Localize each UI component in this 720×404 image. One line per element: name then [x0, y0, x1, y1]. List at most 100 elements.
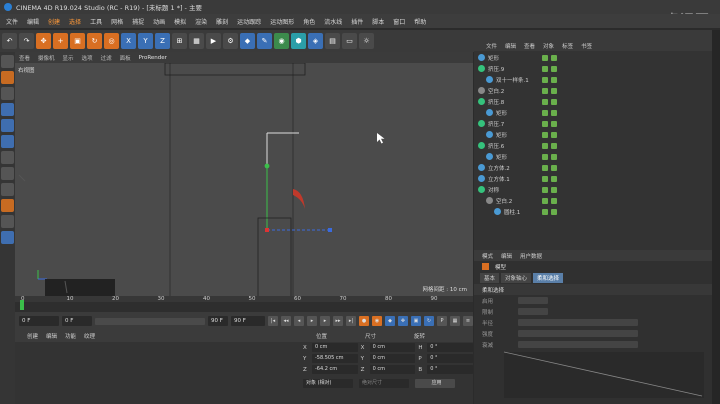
axis-y-icon[interactable]: Y — [138, 33, 153, 49]
object-name[interactable]: 挤压.6 — [488, 142, 504, 150]
object-menu-item[interactable]: 对象 — [543, 42, 554, 50]
object-visibility-toggles[interactable] — [542, 120, 557, 127]
timeline-menu-icon[interactable]: ≡ — [463, 316, 473, 326]
tweak-icon[interactable] — [1, 167, 14, 180]
points-mode-icon[interactable] — [1, 103, 14, 116]
menu-item[interactable]: 窗口 — [393, 17, 405, 26]
move-icon[interactable]: ✥ — [36, 33, 51, 49]
coord-size-field[interactable]: 0 cm — [369, 365, 416, 374]
object-menu-item[interactable]: 查看 — [524, 42, 535, 50]
keyframe-selection-icon[interactable]: ◆ — [385, 316, 395, 326]
apply-button[interactable]: 应用 — [415, 379, 455, 388]
object-row[interactable]: 对称 — [474, 184, 712, 195]
attr-value-box[interactable] — [518, 308, 548, 315]
object-visibility-toggles[interactable] — [542, 142, 557, 149]
viewport-menu-item[interactable]: 过滤 — [101, 54, 112, 62]
menu-item[interactable]: 帮助 — [414, 17, 426, 26]
attr-subtab[interactable]: 基本 — [480, 273, 500, 283]
attr-subtab[interactable]: 对象轴心 — [501, 273, 532, 283]
cube-icon[interactable]: ◆ — [240, 33, 255, 49]
attr-value-box[interactable] — [518, 297, 548, 304]
viewport[interactable]: 右视图 网格间距 : 10 cm — [15, 63, 473, 296]
object-name[interactable]: 立方体.1 — [488, 175, 510, 183]
coord-position-field[interactable]: -58.505 cm — [311, 354, 358, 363]
timeline[interactable]: 0 10 20 30 40 50 60 70 80 90 — [15, 296, 473, 312]
object-name[interactable]: 空白.2 — [496, 197, 512, 205]
object-name[interactable]: 矩形 — [496, 109, 507, 117]
object-row[interactable]: 挤压.9 — [474, 63, 712, 74]
quantize-icon[interactable] — [1, 199, 14, 212]
object-visibility-toggles[interactable] — [542, 54, 557, 61]
material-menu-item[interactable]: 纹理 — [84, 332, 95, 340]
attr-value-box[interactable] — [518, 330, 638, 337]
object-visibility-toggles[interactable] — [542, 175, 557, 182]
attr-value-box[interactable] — [518, 319, 638, 326]
subdivision-icon[interactable]: ◉ — [274, 33, 289, 49]
menu-item[interactable]: 脚本 — [372, 17, 384, 26]
array-icon[interactable]: ⬢ — [291, 33, 306, 49]
menu-item[interactable]: 运动图形 — [270, 17, 294, 26]
object-visibility-toggles[interactable] — [542, 208, 557, 215]
axis-x-icon[interactable]: X — [121, 33, 136, 49]
object-row[interactable]: 挤压.8 — [474, 96, 712, 107]
coord-position-field[interactable]: -64.2 cm — [311, 365, 358, 374]
object-visibility-toggles[interactable] — [542, 197, 557, 204]
edges-mode-icon[interactable] — [1, 119, 14, 132]
object-menu-item[interactable]: 编辑 — [505, 42, 516, 50]
live-select-icon[interactable]: + — [53, 33, 68, 49]
menu-item[interactable]: 编辑 — [27, 17, 39, 26]
object-row[interactable]: 空白.2 — [474, 85, 712, 96]
object-visibility-toggles[interactable] — [542, 131, 557, 138]
menu-item[interactable]: 运动跟踪 — [237, 17, 261, 26]
current-frame-field[interactable]: 0 F — [62, 316, 92, 326]
model-mode-icon[interactable] — [1, 55, 14, 68]
record-icon[interactable]: ● — [359, 316, 369, 326]
object-name[interactable]: 挤压.9 — [488, 65, 504, 73]
size-mode-select[interactable]: 绝对尺寸 — [359, 379, 409, 388]
pla-key-icon[interactable]: ▦ — [450, 316, 460, 326]
menu-item[interactable]: 捕捉 — [132, 17, 144, 26]
render-settings-icon[interactable]: ⚙ — [223, 33, 238, 49]
object-row[interactable]: 双十一样条.1 — [474, 74, 712, 85]
object-name[interactable]: 立方体.2 — [488, 164, 510, 172]
next-key-icon[interactable]: ▸▸ — [333, 316, 343, 326]
scale-icon[interactable]: ▣ — [70, 33, 85, 49]
redo-icon[interactable]: ↷ — [19, 33, 34, 49]
light-icon[interactable]: ☼ — [359, 33, 374, 49]
goto-end-icon[interactable]: ▸| — [346, 316, 356, 326]
coord-rotation-field[interactable]: 0 ° — [427, 365, 473, 374]
menu-item[interactable]: 角色 — [303, 17, 315, 26]
coord-size-field[interactable]: 0 cm — [369, 343, 416, 352]
object-name[interactable]: 挤压.7 — [488, 120, 504, 128]
attr-menu-item[interactable]: 模式 — [482, 252, 493, 260]
position-key-icon[interactable]: ✥ — [398, 316, 408, 326]
object-row[interactable]: 圆柱.1 — [474, 206, 712, 217]
viewport-menu-item[interactable]: 查看 — [19, 54, 30, 62]
menu-item[interactable]: 文件 — [6, 17, 18, 26]
autokey-icon[interactable]: ◉ — [372, 316, 382, 326]
object-name[interactable]: 双十一样条.1 — [496, 76, 529, 84]
object-row[interactable]: 挤压.6 — [474, 140, 712, 151]
object-name[interactable]: 圆柱.1 — [504, 208, 520, 216]
material-menu-item[interactable]: 编辑 — [46, 332, 57, 340]
object-row[interactable]: 立方体.1 — [474, 173, 712, 184]
menu-item[interactable]: 工具 — [90, 17, 102, 26]
object-row[interactable]: 矩形 — [474, 107, 712, 118]
object-visibility-toggles[interactable] — [542, 153, 557, 160]
object-name[interactable]: 矩形 — [496, 131, 507, 139]
coordinate-system-icon[interactable]: ⊞ — [172, 33, 187, 49]
pen-icon[interactable]: ✎ — [257, 33, 272, 49]
sculpt-icon[interactable] — [1, 231, 14, 244]
right-scrollbar[interactable] — [712, 30, 720, 404]
menu-item[interactable]: 插件 — [351, 17, 363, 26]
object-name[interactable]: 挤压.8 — [488, 98, 504, 106]
menu-item[interactable]: 渲染 — [195, 17, 207, 26]
object-name[interactable]: 矩形 — [496, 153, 507, 161]
coord-mode-select[interactable]: 对象 (相对) — [303, 379, 353, 388]
rotation-key-icon[interactable]: ↻ — [424, 316, 434, 326]
menu-item[interactable]: 网格 — [111, 17, 123, 26]
attr-subtab[interactable]: 柔和选择 — [533, 273, 564, 283]
start-frame-field[interactable]: 0 F — [19, 316, 59, 326]
axis-z-icon[interactable]: Z — [155, 33, 170, 49]
next-frame-icon[interactable]: ▸ — [320, 316, 330, 326]
